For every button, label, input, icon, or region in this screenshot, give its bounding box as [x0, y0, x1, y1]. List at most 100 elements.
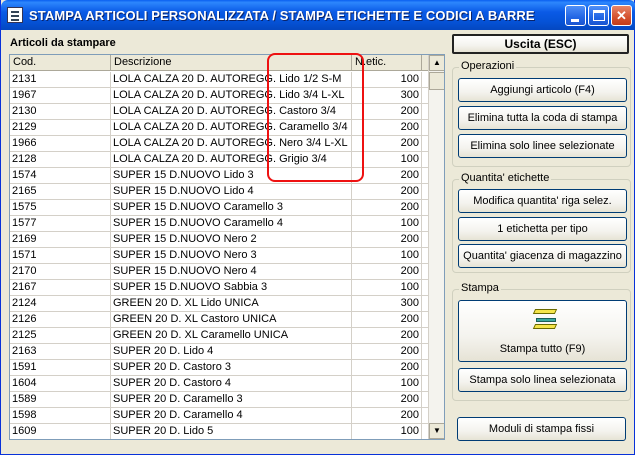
- close-icon: ✕: [616, 8, 627, 23]
- cell-cod: 1574: [10, 168, 111, 184]
- cell-cod: 2165: [10, 184, 111, 200]
- cell-netic: 200: [352, 200, 422, 216]
- cell-descrizione: SUPER 15 D.NUOVO Nero 2: [111, 232, 352, 248]
- table-row[interactable]: 2131 LOLA CALZA 20 D. AUTOREGG. Lido 1/2 …: [10, 72, 430, 88]
- exit-button[interactable]: Uscita (ESC): [452, 34, 629, 54]
- maximize-button[interactable]: [588, 5, 609, 26]
- print-labels-icon: [532, 309, 558, 331]
- table-row[interactable]: 2125 GREEN 20 D. XL Caramello UNICA 200: [10, 328, 430, 344]
- cell-cod: 2167: [10, 280, 111, 296]
- one-label-per-type-button[interactable]: 1 etichetta per tipo: [458, 217, 627, 241]
- cell-netic: 100: [352, 376, 422, 392]
- cell-cod: 2169: [10, 232, 111, 248]
- cell-cod: 2124: [10, 296, 111, 312]
- cell-netic: 100: [352, 280, 422, 296]
- stock-quantity-button[interactable]: Quantita' giacenza di magazzino: [458, 244, 627, 268]
- maximize-icon: [593, 10, 605, 21]
- table-row[interactable]: 2165 SUPER 15 D.NUOVO Lido 4 200: [10, 184, 430, 200]
- cell-descrizione: SUPER 20 D. Caramello 3: [111, 392, 352, 408]
- table-row[interactable]: 2130 LOLA CALZA 20 D. AUTOREGG. Castoro 3…: [10, 104, 430, 120]
- cell-netic: 200: [352, 232, 422, 248]
- title-bar[interactable]: STAMPA ARTICOLI PERSONALIZZATA / STAMPA …: [1, 0, 635, 30]
- table-row[interactable]: 1589 SUPER 20 D. Caramello 3 200: [10, 392, 430, 408]
- table-row[interactable]: 1574 SUPER 15 D.NUOVO Lido 3 200: [10, 168, 430, 184]
- cell-descrizione: SUPER 15 D.NUOVO Sabbia 3: [111, 280, 352, 296]
- group-quantita: Quantita' etichette Modifica quantita' r…: [452, 172, 631, 273]
- group-title-operazioni: Operazioni: [459, 60, 517, 72]
- table-row[interactable]: 1967 LOLA CALZA 20 D. AUTOREGG. Lido 3/4 …: [10, 88, 430, 104]
- table-row[interactable]: 2126 GREEN 20 D. XL Castoro UNICA 200: [10, 312, 430, 328]
- main-window: STAMPA ARTICOLI PERSONALIZZATA / STAMPA …: [0, 0, 635, 455]
- cell-descrizione: SUPER 15 D.NUOVO Lido 4: [111, 184, 352, 200]
- grid-scrollbar[interactable]: ▲ ▼: [428, 55, 444, 439]
- cell-netic: 100: [352, 424, 422, 439]
- cell-netic: 300: [352, 296, 422, 312]
- cell-cod: 2126: [10, 312, 111, 328]
- modify-quantity-button[interactable]: Modifica quantita' riga selez.: [458, 189, 627, 213]
- cell-descrizione: SUPER 20 D. Castoro 3: [111, 360, 352, 376]
- clear-queue-button[interactable]: Elimina tutta la coda di stampa: [458, 106, 627, 130]
- cell-cod: 2131: [10, 72, 111, 88]
- table-row[interactable]: 1609 SUPER 20 D. Lido 5 100: [10, 424, 430, 439]
- add-article-button[interactable]: Aggiungi articolo (F4): [458, 78, 627, 102]
- grid-header: Cod. Descrizione N.etic.: [10, 55, 430, 71]
- cell-cod: 1598: [10, 408, 111, 424]
- group-stampa: Stampa Stampa tutto (F9) Stampa solo lin…: [452, 282, 631, 401]
- cell-netic: 200: [352, 360, 422, 376]
- cell-cod: 2128: [10, 152, 111, 168]
- cell-descrizione: SUPER 15 D.NUOVO Nero 4: [111, 264, 352, 280]
- cell-descrizione: SUPER 15 D.NUOVO Caramello 3: [111, 200, 352, 216]
- cell-descrizione: GREEN 20 D. XL Lido UNICA: [111, 296, 352, 312]
- table-row[interactable]: 1575 SUPER 15 D.NUOVO Caramello 3 200: [10, 200, 430, 216]
- table-row[interactable]: 2170 SUPER 15 D.NUOVO Nero 4 200: [10, 264, 430, 280]
- cell-descrizione: SUPER 20 D. Lido 5: [111, 424, 352, 439]
- cell-cod: 2170: [10, 264, 111, 280]
- minimize-button[interactable]: [565, 5, 586, 26]
- group-title-stampa: Stampa: [459, 282, 501, 294]
- window-title: STAMPA ARTICOLI PERSONALIZZATA / STAMPA …: [29, 8, 535, 23]
- table-row[interactable]: 1577 SUPER 15 D.NUOVO Caramello 4 100: [10, 216, 430, 232]
- cell-descrizione: GREEN 20 D. XL Caramello UNICA: [111, 328, 352, 344]
- scroll-thumb[interactable]: [429, 72, 444, 90]
- close-button[interactable]: ✕: [611, 5, 632, 26]
- cell-cod: 1575: [10, 200, 111, 216]
- column-header-cod[interactable]: Cod.: [10, 55, 111, 71]
- cell-cod: 1604: [10, 376, 111, 392]
- cell-cod: 1609: [10, 424, 111, 439]
- table-row[interactable]: 1598 SUPER 20 D. Caramello 4 200: [10, 408, 430, 424]
- cell-netic: 200: [352, 408, 422, 424]
- table-row[interactable]: 2169 SUPER 15 D.NUOVO Nero 2 200: [10, 232, 430, 248]
- cell-netic: 200: [352, 264, 422, 280]
- articles-grid[interactable]: Cod. Descrizione N.etic. 2131 LOLA CALZA …: [9, 54, 445, 440]
- table-row[interactable]: 1571 SUPER 15 D.NUOVO Nero 3 100: [10, 248, 430, 264]
- cell-descrizione: SUPER 15 D.NUOVO Caramello 4: [111, 216, 352, 232]
- delete-selected-button[interactable]: Elimina solo linee selezionate: [458, 134, 627, 158]
- cell-netic: 100: [352, 248, 422, 264]
- cell-cod: 2129: [10, 120, 111, 136]
- group-operazioni: Operazioni Aggiungi articolo (F4) Elimin…: [452, 60, 631, 167]
- table-row[interactable]: 2163 SUPER 20 D. Lido 4 200: [10, 344, 430, 360]
- scroll-down-button[interactable]: ▼: [429, 423, 444, 439]
- fixed-print-modules-button[interactable]: Moduli di stampa fissi: [457, 417, 626, 441]
- print-all-button[interactable]: Stampa tutto (F9): [458, 300, 627, 362]
- cell-netic: 200: [352, 344, 422, 360]
- cell-cod: 1967: [10, 88, 111, 104]
- table-row[interactable]: 2128 LOLA CALZA 20 D. AUTOREGG. Grigio 3/…: [10, 152, 430, 168]
- table-row[interactable]: 2124 GREEN 20 D. XL Lido UNICA 300: [10, 296, 430, 312]
- cell-cod: 1571: [10, 248, 111, 264]
- cell-cod: 1589: [10, 392, 111, 408]
- table-row[interactable]: 1966 LOLA CALZA 20 D. AUTOREGG. Nero 3/4 …: [10, 136, 430, 152]
- cell-netic: 200: [352, 328, 422, 344]
- print-selected-button[interactable]: Stampa solo linea selezionata: [458, 368, 627, 392]
- table-row[interactable]: 2129 LOLA CALZA 20 D. AUTOREGG. Caramello…: [10, 120, 430, 136]
- cell-descrizione: SUPER 15 D.NUOVO Nero 3: [111, 248, 352, 264]
- table-row[interactable]: 2167 SUPER 15 D.NUOVO Sabbia 3 100: [10, 280, 430, 296]
- table-row[interactable]: 1591 SUPER 20 D. Castoro 3 200: [10, 360, 430, 376]
- cell-netic: 200: [352, 392, 422, 408]
- cell-descrizione: SUPER 20 D. Lido 4: [111, 344, 352, 360]
- scroll-up-button[interactable]: ▲: [429, 55, 444, 71]
- cell-cod: 1591: [10, 360, 111, 376]
- group-title-quantita: Quantita' etichette: [459, 172, 552, 184]
- cell-descrizione: GREEN 20 D. XL Castoro UNICA: [111, 312, 352, 328]
- table-row[interactable]: 1604 SUPER 20 D. Castoro 4 100: [10, 376, 430, 392]
